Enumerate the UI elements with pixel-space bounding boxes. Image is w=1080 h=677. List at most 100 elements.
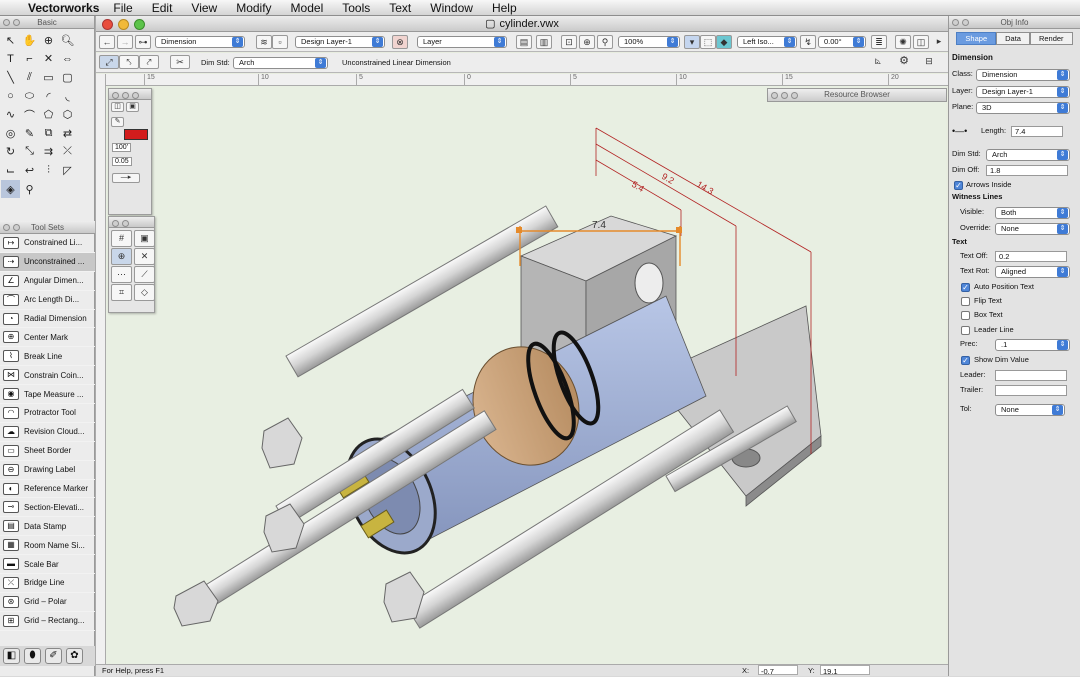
tool-item[interactable]: ⊞ Grid – Rectang... (0, 612, 95, 631)
line-tool-icon[interactable]: ╲ (1, 68, 20, 87)
app-menu[interactable]: Vectorworks (28, 1, 99, 15)
flyover-tool-icon[interactable]: ⊕ (39, 31, 58, 50)
zoom-tool-icon[interactable]: 🔍︎ (58, 31, 77, 50)
rotation-icon[interactable]: ↯ (800, 35, 816, 49)
zoom-icon[interactable] (781, 92, 788, 99)
tool-item[interactable]: ◐ Reference Marker (0, 480, 95, 499)
show-dim-value-checkbox[interactable]: ✓ (961, 356, 970, 365)
stack-icon[interactable]: ≣ (871, 35, 887, 49)
light-icon[interactable]: ✺ (895, 35, 911, 49)
trailer-field[interactable] (995, 385, 1067, 396)
tool-item[interactable]: ⊖ Drawing Label (0, 461, 95, 480)
help-icon[interactable]: ⊟ (921, 55, 937, 69)
dimension-preferences-icon[interactable]: ✂ (170, 55, 190, 69)
menu-modify[interactable]: Modify (236, 1, 271, 15)
minimize-icon[interactable] (791, 92, 798, 99)
resource-browser-bar[interactable]: Resource Browser (767, 88, 947, 102)
tool-item[interactable]: ⊸ Section-Elevati... (0, 498, 95, 518)
box-text-checkbox[interactable] (961, 311, 970, 320)
zoom-in-icon[interactable]: ⊕ (579, 35, 595, 49)
callout-tool-icon[interactable]: ⌐ (20, 50, 39, 69)
tool-item[interactable]: ◔ Radial Dimension (0, 310, 95, 329)
eyedropper-tool-icon[interactable]: ✎ (20, 124, 39, 143)
tool-item[interactable]: ⋈ Constrain Coin... (0, 366, 95, 386)
tool-item[interactable]: ▤ Data Stamp (0, 517, 95, 537)
tool-item[interactable]: ∠ Angular Dimen... (0, 272, 95, 291)
reshape-tool-icon[interactable]: ⤡ (20, 143, 39, 162)
snap-icon[interactable]: ⦝ (870, 55, 886, 69)
tool-item[interactable]: ▭ Sheet Border (0, 442, 95, 461)
trim-tool-icon[interactable]: ⤫ (58, 143, 77, 162)
zoom-field[interactable]: 100% (618, 36, 680, 48)
arrowhead-icon[interactable]: —▸ (112, 173, 140, 183)
mirror-tool-icon[interactable]: ⇄ (58, 124, 77, 143)
rotation-field[interactable]: 0.00° (818, 36, 866, 48)
pen-color-swatch[interactable] (124, 129, 148, 140)
tool-item[interactable]: ▬ Scale Bar (0, 555, 95, 575)
layer-popup[interactable]: Design Layer-1 (295, 36, 385, 48)
snap-distance-icon[interactable]: ⋯ (111, 266, 132, 283)
flip-text-checkbox[interactable] (961, 297, 970, 306)
minimize-window-button[interactable] (118, 19, 129, 30)
override-field[interactable]: None (995, 223, 1070, 235)
close-icon[interactable] (3, 224, 10, 231)
leader-field[interactable] (995, 370, 1067, 381)
sheet-icon[interactable]: ▤ (516, 35, 532, 49)
tool-item[interactable]: ↦ Constrained Li... (0, 234, 95, 253)
prec-field[interactable]: .1 (995, 339, 1070, 351)
zoom-icon[interactable] (962, 19, 969, 26)
tool-item[interactable]: ⊕ Center Mark (0, 328, 95, 348)
menu-tools[interactable]: Tools (342, 1, 370, 15)
zoom-icon[interactable] (13, 224, 20, 231)
freehand-tool-icon[interactable]: ∿ (1, 105, 20, 124)
polygon-tool-icon[interactable]: ⬠ (39, 105, 58, 124)
mode-chain-icon[interactable]: ⤣ (119, 55, 139, 69)
dim-std-popup[interactable]: Arch (233, 57, 328, 69)
page-setup-icon[interactable]: ▥ (536, 35, 552, 49)
menu-file[interactable]: File (113, 1, 132, 15)
zoom-window-button[interactable] (134, 19, 145, 30)
line-weight-field[interactable]: 100' (112, 143, 132, 152)
close-window-button[interactable] (102, 19, 113, 30)
oval-tool-icon[interactable]: ⬭ (20, 87, 39, 106)
class-popup[interactable]: Dimension (155, 36, 245, 48)
snap-angle-icon[interactable]: ⊕ (111, 248, 132, 265)
y-coordinate[interactable]: 19.1 (820, 665, 870, 676)
fill-icon[interactable]: ◫ (111, 102, 124, 112)
fill-color-icon[interactable]: ▣ (126, 102, 139, 112)
tool-item[interactable]: ▦ Room Name Si... (0, 536, 95, 556)
tool-item[interactable]: ⇢ Unconstrained ... (0, 252, 95, 272)
connect-tool-icon[interactable]: ⌙ (1, 161, 20, 180)
length-field[interactable]: 7.4 (1011, 126, 1063, 137)
class-field[interactable]: Dimension (976, 69, 1070, 81)
layers-icon[interactable]: ≋ (256, 35, 272, 49)
thickness-field[interactable]: 0.05 (112, 157, 132, 166)
tool-item[interactable]: ⤫ Bridge Line (0, 574, 95, 593)
offset-tool-icon[interactable]: ⇉ (39, 143, 58, 162)
drawing-canvas[interactable]: 7.4 5.4 9.2 14.3 (106, 86, 946, 664)
zoom-icon[interactable] (122, 92, 129, 99)
back-icon[interactable]: ← (99, 35, 115, 49)
polyline-tool-icon[interactable]: ⌒ (20, 105, 39, 124)
clip-tool-icon[interactable]: ⧉ (39, 124, 58, 143)
snap-object-icon[interactable]: ▣ (134, 230, 155, 247)
mode-standard-icon[interactable]: ⤢ (99, 55, 119, 69)
standard-view-popup[interactable]: Left Iso... (737, 36, 797, 48)
arrows-inside-checkbox[interactable]: ✓ (954, 181, 963, 190)
snap-grid-icon[interactable]: # (111, 230, 132, 247)
arc-tool-icon[interactable]: ◜ (39, 87, 58, 106)
split-tool-icon[interactable]: ⫶ (39, 161, 58, 180)
circle-tool-icon[interactable]: ○ (1, 87, 20, 106)
snap-tangent-icon[interactable]: ⟋ (134, 266, 155, 283)
scroll-right-icon[interactable]: ▸ (931, 35, 947, 49)
close-icon[interactable] (112, 220, 119, 227)
menu-model[interactable]: Model (291, 1, 324, 15)
close-icon[interactable] (112, 92, 119, 99)
minimize-icon[interactable] (132, 92, 139, 99)
dimension-tool-icon[interactable]: ⇔ (58, 50, 77, 69)
layer-options-icon[interactable]: ▫ (272, 35, 288, 49)
camera-icon[interactable]: ◫ (913, 35, 929, 49)
leader-line-checkbox[interactable] (961, 326, 970, 335)
regular-polygon-tool-icon[interactable]: ⬡ (58, 105, 77, 124)
menu-window[interactable]: Window (430, 1, 473, 15)
